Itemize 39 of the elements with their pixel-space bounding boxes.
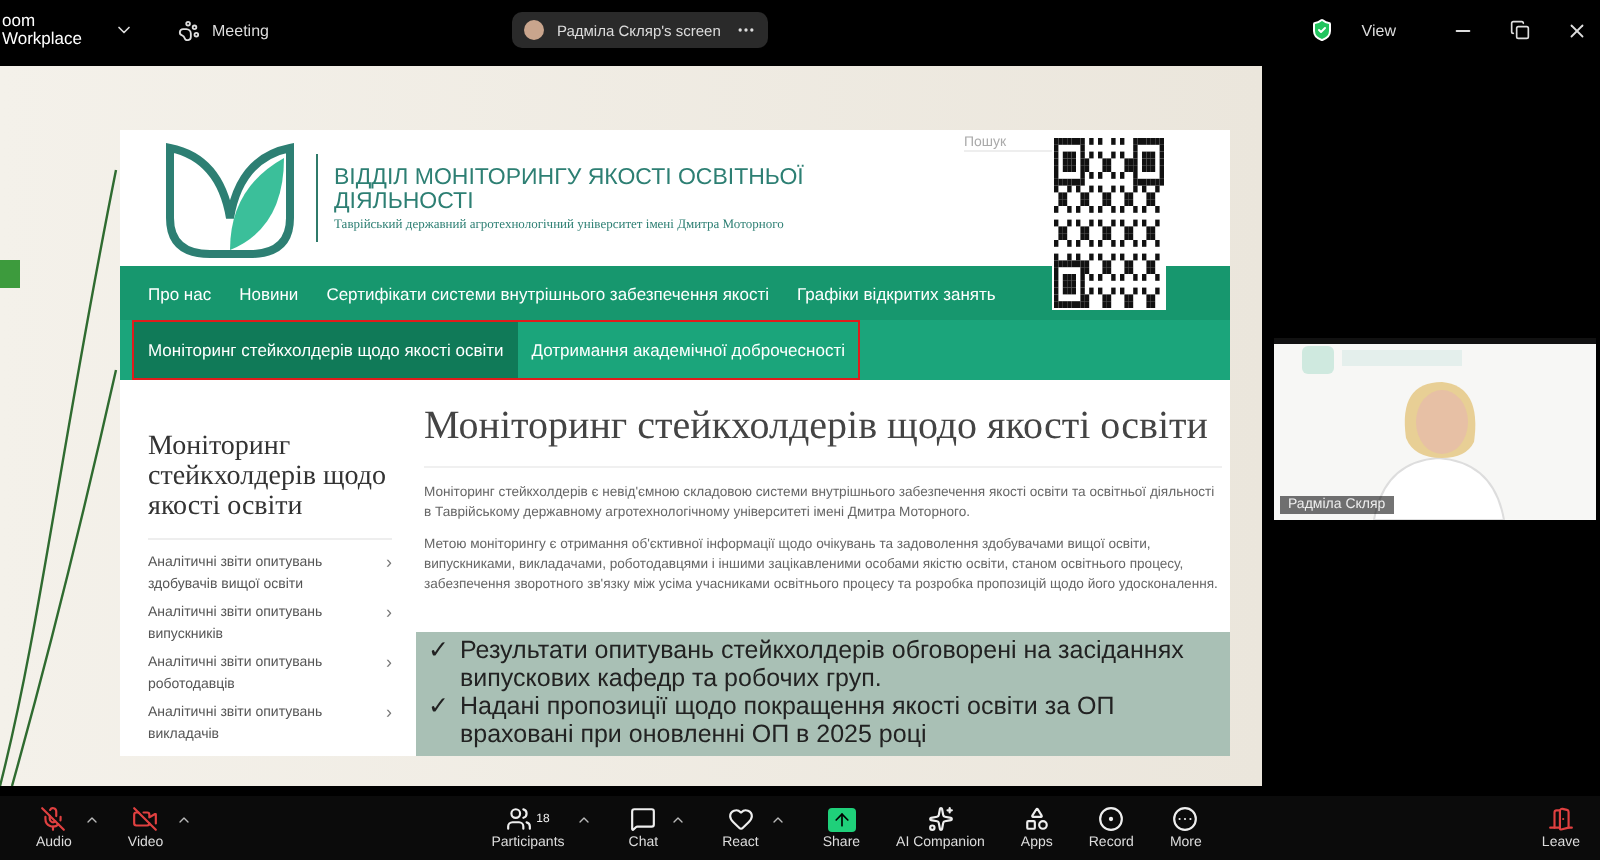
meeting-label: Meeting	[212, 21, 269, 39]
caret-icon[interactable]	[576, 812, 593, 828]
caret-icon[interactable]	[770, 812, 787, 828]
heart-icon[interactable]	[727, 806, 754, 832]
app-name: oom	[2, 12, 38, 30]
app-subname: Workplace	[2, 30, 84, 48]
chat-icon[interactable]	[630, 806, 657, 832]
more-icon[interactable]	[1172, 806, 1199, 832]
check-mark: ✓	[428, 636, 448, 668]
camera-off-icon[interactable]	[132, 806, 159, 832]
subnav-link[interactable]: Моніторинг стейкхолдерів щодо якості освіти	[134, 322, 518, 378]
apps-icon[interactable]	[1023, 806, 1050, 832]
exit-door-icon[interactable]	[1547, 806, 1574, 832]
caret-icon[interactable]	[175, 812, 192, 828]
qr-code-icon	[1052, 136, 1166, 310]
view-button[interactable]: View	[1361, 21, 1396, 39]
people-icon[interactable]	[506, 806, 533, 832]
department-title: ВІДДІЛ МОНІТОРИНГУ ЯКОСТІ ОСВІТНЬОЇ ДІЯЛЬНОСТІ	[334, 165, 806, 213]
restore-icon[interactable]	[1510, 20, 1530, 40]
nav-link[interactable]: Графіки відкритих занять	[797, 283, 996, 303]
shield-icon[interactable]	[1309, 18, 1334, 42]
page-heading: Моніторинг стейкхолдерів щодо якості освіти	[424, 404, 1222, 468]
leaf-logo-icon	[160, 138, 300, 258]
bullet-text: Результати опитувань стейкхолдерів обговорені на засіданнях випускових кафедр та робочих груп.	[460, 636, 1186, 692]
record-icon[interactable]	[1098, 806, 1125, 832]
nav-link[interactable]: Новини	[239, 283, 299, 303]
caret-icon[interactable]	[670, 812, 687, 828]
check-mark: ✓	[428, 692, 448, 724]
close-icon[interactable]	[1566, 19, 1588, 41]
sidebar-title: Моніторинг стейкхолдерів щодо якості освіти	[148, 432, 392, 540]
muted-microphone-icon[interactable]	[40, 806, 67, 832]
caret-icon[interactable]	[83, 812, 100, 828]
avatar-icon	[524, 20, 545, 40]
sparkle-icon[interactable]	[927, 806, 954, 832]
bullet-text: Надані пропозиції щодо покращення якості освіти за ОП враховані при оновленні ОП в 2025 році	[460, 692, 1117, 748]
nav-link[interactable]: Сертифікати системи внутрішнього забезпечення якості	[326, 283, 769, 303]
paw-icon[interactable]	[178, 19, 200, 41]
nav-link[interactable]: Про нас	[148, 283, 212, 303]
share-screen-icon[interactable]	[827, 807, 856, 831]
